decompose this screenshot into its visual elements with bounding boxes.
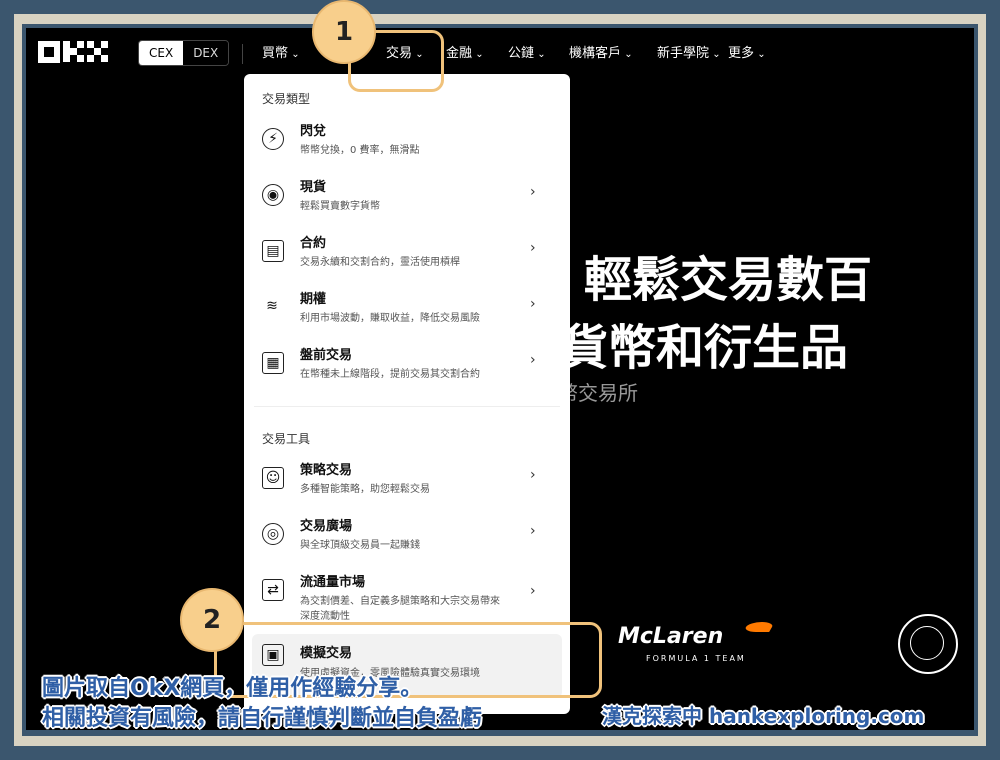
logo-o-icon bbox=[38, 41, 60, 63]
section-trade-tools: 交易工具 bbox=[262, 432, 311, 446]
bot-icon: ☺ bbox=[262, 467, 284, 489]
menu-item-desc: 多種智能策略，助您輕鬆交易 bbox=[300, 484, 430, 495]
section-trade-types: 交易類型 bbox=[262, 92, 311, 106]
menu-item-desc: 輕鬆買賣數字貨幣 bbox=[300, 201, 380, 212]
nav-academy[interactable]: 新手學院 bbox=[657, 42, 721, 61]
nav-institutions[interactable]: 機構客戶 bbox=[569, 42, 633, 61]
mclaren-subtitle: FORMULA 1 TEAM bbox=[646, 654, 746, 663]
nav-divider bbox=[242, 44, 243, 64]
spot-icon: ◉ bbox=[262, 184, 284, 206]
step-badge-2: 2 bbox=[180, 588, 244, 652]
dex-tab[interactable]: DEX bbox=[183, 41, 229, 65]
caption-credit: 漢克探索中 hankexploring.com bbox=[602, 704, 925, 728]
menu-item-desc: 交易永續和交割合約，靈活使用槓桿 bbox=[300, 257, 460, 268]
menu-item-liquidity[interactable]: ⇄ 流通量市場 為交割價差、自定義多腿策略和大宗交易帶來 深度流動性 › bbox=[244, 569, 570, 629]
caption-line-2: 相關投資有風險，請自行謹慎判斷並自負盈虧 bbox=[42, 706, 483, 731]
logo-x-icon bbox=[87, 41, 108, 63]
menu-item-title: 閃兌 bbox=[300, 124, 327, 139]
hero-line-1: ，輕鬆交易數百 bbox=[536, 252, 873, 308]
layers-icon: ≋ bbox=[266, 298, 278, 314]
menu-item-spot[interactable]: ◉ 現貨 輕鬆買賣數字貨幣 › bbox=[244, 174, 570, 226]
menu-item-desc: 利用市場波動，賺取收益，降低交易風險 bbox=[300, 313, 480, 324]
menu-item-title: 期權 bbox=[300, 292, 327, 307]
swap-icon: ⇄ bbox=[262, 579, 284, 601]
menu-item-title: 現貨 bbox=[300, 180, 327, 195]
menu-item-options[interactable]: ≋ 期權 利用市場波動，賺取收益，降低交易風險 › bbox=[244, 286, 570, 338]
nav-finance[interactable]: 金融 bbox=[446, 42, 484, 61]
cex-tab[interactable]: CEX bbox=[139, 41, 184, 65]
menu-item-desc: 為交割價差、自定義多腿策略和大宗交易帶來 bbox=[300, 596, 500, 607]
menu-item-copy-trading[interactable]: ◎ 交易廣場 與全球頂級交易員一起賺錢 › bbox=[244, 513, 570, 565]
flash-icon: ⚡ bbox=[262, 128, 284, 150]
circles-icon: ◎ bbox=[262, 523, 284, 545]
mclaren-swoosh-icon bbox=[743, 622, 775, 632]
caption-line-1: 圖片取自OkX網頁，僅用作經驗分享。 bbox=[42, 676, 423, 701]
trade-dropdown-menu: 交易類型 ⚡ 閃兌 幣幣兌換，0 費率，無滑點 ◉ 現貨 輕鬆買賣數字貨幣 › … bbox=[244, 74, 570, 714]
menu-item-title: 策略交易 bbox=[300, 463, 353, 478]
chevron-right-icon: › bbox=[530, 240, 536, 256]
chevron-right-icon: › bbox=[530, 296, 536, 312]
chevron-right-icon: › bbox=[530, 352, 536, 368]
logo-k-icon bbox=[63, 41, 84, 63]
menu-item-convert[interactable]: ⚡ 閃兌 幣幣兌換，0 費率，無滑點 bbox=[244, 118, 570, 170]
nav-more[interactable]: 更多 bbox=[728, 42, 766, 61]
chevron-right-icon: › bbox=[530, 523, 536, 539]
cex-dex-switch: CEX DEX bbox=[138, 40, 230, 66]
menu-item-title: 流通量市場 bbox=[300, 575, 366, 590]
menu-item-title: 盤前交易 bbox=[300, 348, 353, 363]
manchester-city-crest-icon bbox=[898, 614, 958, 674]
section-divider bbox=[254, 406, 560, 407]
menu-item-desc: 幣幣兌換，0 費率，無滑點 bbox=[300, 145, 420, 156]
okx-logo[interactable] bbox=[38, 41, 108, 63]
menu-item-desc: 在幣種未上線階段，提前交易其交割合約 bbox=[300, 369, 480, 380]
nav-chains[interactable]: 公鏈 bbox=[508, 42, 546, 61]
menu-item-title: 合約 bbox=[300, 236, 327, 251]
menu-item-desc: 與全球頂級交易員一起賺錢 bbox=[300, 540, 420, 551]
menu-item-title: 交易廣場 bbox=[300, 519, 353, 534]
nav-buy-crypto[interactable]: 買幣 bbox=[262, 42, 300, 61]
calendar-icon: ▦ bbox=[262, 352, 284, 374]
mclaren-logo: McLaren bbox=[618, 624, 724, 649]
hero-subtitle: 幣交易所 bbox=[558, 381, 638, 405]
menu-item-desc: 深度流動性 bbox=[300, 611, 350, 622]
chevron-right-icon: › bbox=[530, 467, 536, 483]
chevron-right-icon: › bbox=[530, 184, 536, 200]
menu-item-strategy[interactable]: ☺ 策略交易 多種智能策略，助您輕鬆交易 › bbox=[244, 457, 570, 509]
chevron-right-icon: › bbox=[530, 583, 536, 599]
step-badge-1: 1 bbox=[312, 0, 376, 64]
menu-item-premarket[interactable]: ▦ 盤前交易 在幣種未上線階段，提前交易其交割合約 › bbox=[244, 342, 570, 394]
menu-item-futures[interactable]: ▤ 合約 交易永續和交割合約，靈活使用槓桿 › bbox=[244, 230, 570, 282]
hero-line-2: 貨幣和衍生品 bbox=[560, 320, 849, 376]
contract-icon: ▤ bbox=[262, 240, 284, 262]
